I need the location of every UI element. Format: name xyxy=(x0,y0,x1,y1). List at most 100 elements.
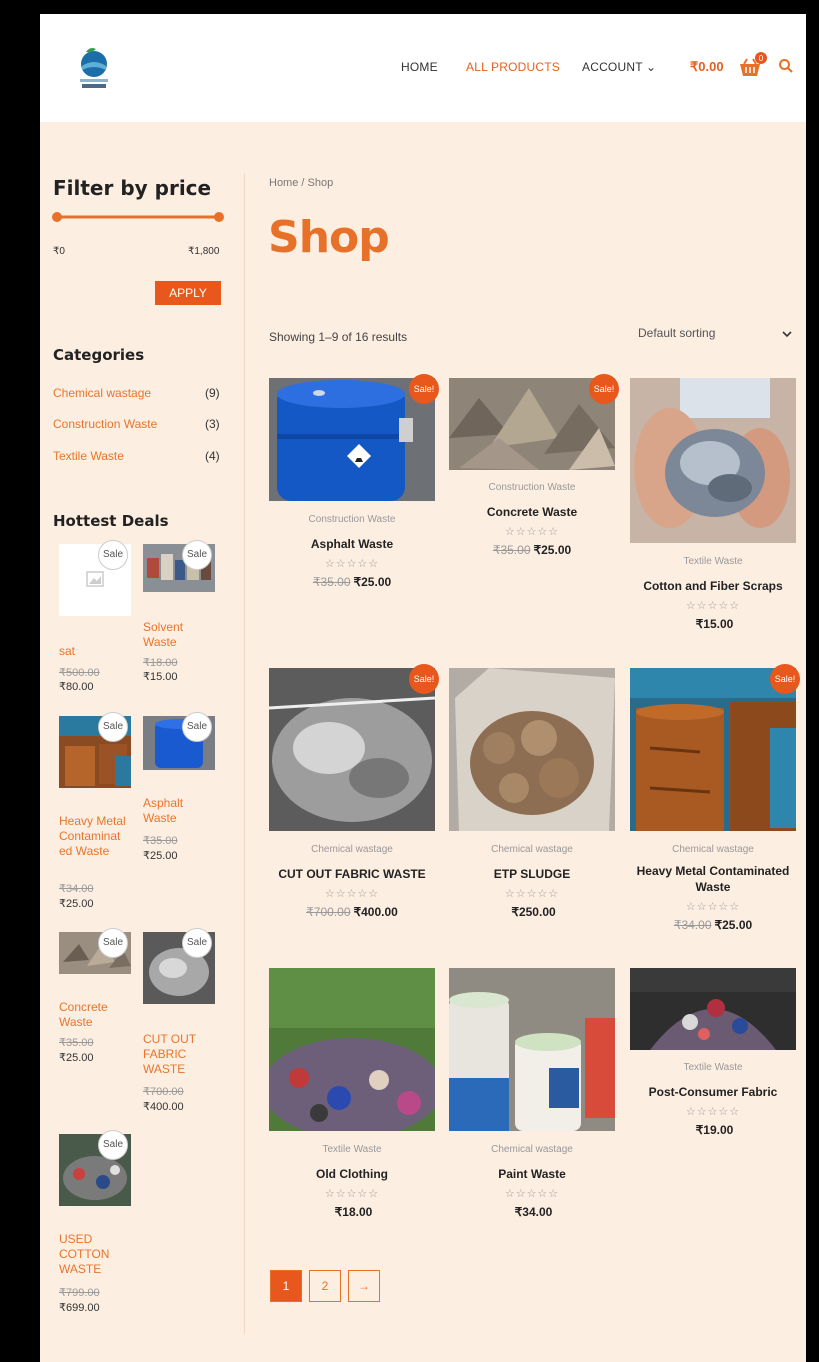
deal-old-price: ₹35.00 xyxy=(143,835,178,847)
deal-sale-badge: Sale xyxy=(182,540,212,570)
product-price: ₹35.00 ₹25.00 xyxy=(312,575,392,589)
deal-name[interactable]: CUT OUT FABRIC WASTE xyxy=(143,1032,205,1077)
cart-icon[interactable]: 0 xyxy=(737,52,767,80)
product-image-etp-sludge[interactable] xyxy=(449,668,615,831)
deal-name[interactable]: Solvent Waste xyxy=(143,620,203,650)
product-image-cotton-scraps[interactable] xyxy=(630,378,796,543)
deal-old-price: ₹34.00 xyxy=(59,883,94,895)
nav-home[interactable]: HOME xyxy=(401,60,438,74)
category-count: (4) xyxy=(205,449,220,463)
category-construction[interactable]: Construction Waste xyxy=(53,417,157,431)
deal-name[interactable]: sat xyxy=(59,644,75,659)
sale-badge: Sale! xyxy=(409,664,439,694)
product-name[interactable]: Asphalt Waste xyxy=(269,536,435,552)
page-title: Shop xyxy=(268,212,390,263)
nav-all-products[interactable]: ALL PRODUCTS xyxy=(466,60,560,74)
category-chemical[interactable]: Chemical wastage xyxy=(53,386,151,400)
product-image-old-clothing[interactable] xyxy=(269,968,435,1131)
product-name[interactable]: Cotton and Fiber Scraps xyxy=(630,578,796,594)
result-count: Showing 1–9 of 16 results xyxy=(269,330,408,344)
star-rating: ☆☆☆☆☆ xyxy=(504,526,560,538)
product-price: ₹35.00 ₹25.00 xyxy=(492,543,572,557)
cart-total[interactable]: ₹0.00 xyxy=(690,59,724,75)
product-price: ₹34.00 ₹25.00 xyxy=(673,918,753,932)
slider-handle-max[interactable] xyxy=(214,212,224,222)
star-rating: ☆☆☆☆☆ xyxy=(324,1188,380,1200)
star-rating: ☆☆☆☆☆ xyxy=(685,901,741,913)
deal-new-price: ₹80.00 xyxy=(59,681,94,693)
deal-new-price: ₹25.00 xyxy=(59,898,94,910)
product-name[interactable]: Old Clothing xyxy=(269,1166,435,1182)
price-min: ₹0 xyxy=(53,246,65,257)
search-icon[interactable] xyxy=(778,58,794,74)
deal-old-price: ₹799.00 xyxy=(59,1287,100,1299)
product-name[interactable]: Heavy Metal Contaminated Waste xyxy=(630,863,796,895)
product-image-cut-out-fabric[interactable] xyxy=(269,668,435,831)
breadcrumb[interactable]: Home / Shop xyxy=(269,177,333,189)
slider-handle-min[interactable] xyxy=(52,212,62,222)
deal-name[interactable]: Heavy Metal Contaminat ed Waste xyxy=(59,814,133,859)
product-name[interactable]: CUT OUT FABRIC WASTE xyxy=(269,866,435,882)
star-rating: ☆☆☆☆☆ xyxy=(504,1188,560,1200)
star-rating: ☆☆☆☆☆ xyxy=(685,1106,741,1118)
pagination-next[interactable]: → xyxy=(348,1270,380,1302)
product-category[interactable]: Chemical wastage xyxy=(449,1144,615,1155)
deal-old-price: ₹500.00 xyxy=(59,667,100,679)
pagination-page-2[interactable]: 2 xyxy=(309,1270,341,1302)
product-name[interactable]: Paint Waste xyxy=(449,1166,615,1182)
hottest-deals-title: Hottest Deals xyxy=(53,512,169,530)
product-category[interactable]: Construction Waste xyxy=(269,514,435,525)
product-price: ₹15.00 xyxy=(695,617,734,631)
deal-old-price: ₹35.00 xyxy=(59,1037,94,1049)
category-count: (9) xyxy=(205,386,220,400)
product-category[interactable]: Textile Waste xyxy=(630,1062,796,1073)
sorting-value: Default sorting xyxy=(638,326,716,340)
sidebar-divider xyxy=(244,174,245,1334)
filter-title: Filter by price xyxy=(53,176,212,200)
deal-name[interactable]: Concrete Waste xyxy=(59,1000,119,1030)
star-rating: ☆☆☆☆☆ xyxy=(685,600,741,612)
sorting-select[interactable]: Default sorting xyxy=(638,326,796,348)
category-count: (3) xyxy=(205,417,220,431)
product-name[interactable]: ETP SLUDGE xyxy=(449,866,615,882)
product-name[interactable]: Post-Consumer Fabric xyxy=(630,1084,796,1100)
product-price: ₹700.00 ₹400.00 xyxy=(306,905,398,919)
product-price: ₹34.00 xyxy=(514,1205,553,1219)
category-textile[interactable]: Textile Waste xyxy=(53,449,124,463)
star-rating: ☆☆☆☆☆ xyxy=(504,888,560,900)
deal-sale-badge: Sale xyxy=(182,712,212,742)
apply-button[interactable]: APPLY xyxy=(155,281,221,305)
product-category[interactable]: Chemical wastage xyxy=(630,844,796,855)
pagination-page-1[interactable]: 1 xyxy=(270,1270,302,1302)
product-price: ₹19.00 xyxy=(695,1123,734,1137)
product-category[interactable]: Textile Waste xyxy=(269,1144,435,1155)
deal-new-price: ₹25.00 xyxy=(59,1052,94,1064)
deal-new-price: ₹699.00 xyxy=(59,1302,100,1314)
deal-sale-badge: Sale xyxy=(98,928,128,958)
star-rating: ☆☆☆☆☆ xyxy=(324,558,380,570)
product-image-paint[interactable] xyxy=(449,968,615,1131)
categories-title: Categories xyxy=(53,346,145,364)
deal-name[interactable]: USED COTTON WASTE xyxy=(59,1232,119,1277)
product-image-post-consumer[interactable] xyxy=(630,968,796,1050)
cart-count: 0 xyxy=(759,54,764,63)
deal-new-price: ₹400.00 xyxy=(143,1101,184,1113)
chevron-down-icon xyxy=(782,331,792,338)
product-name[interactable]: Concrete Waste xyxy=(449,504,615,520)
sale-badge: Sale! xyxy=(589,374,619,404)
site-logo[interactable] xyxy=(66,40,122,96)
site-header: HOME ALL PRODUCTS ACCOUNT ⌄ ₹0.00 0 xyxy=(40,14,806,122)
product-image-heavy-metal[interactable] xyxy=(630,668,796,831)
deal-name[interactable]: Asphalt Waste xyxy=(143,796,203,826)
deal-new-price: ₹25.00 xyxy=(143,850,178,862)
star-rating: ☆☆☆☆☆ xyxy=(324,888,380,900)
product-category[interactable]: Chemical wastage xyxy=(449,844,615,855)
nav-account[interactable]: ACCOUNT ⌄ xyxy=(582,60,656,74)
sale-badge: Sale! xyxy=(770,664,800,694)
product-category[interactable]: Construction Waste xyxy=(449,482,615,493)
price-slider[interactable] xyxy=(50,210,226,224)
deal-old-price: ₹18.00 xyxy=(143,657,178,669)
deal-sale-badge: Sale xyxy=(98,540,128,570)
product-category[interactable]: Chemical wastage xyxy=(269,844,435,855)
product-category[interactable]: Textile Waste xyxy=(630,556,796,567)
